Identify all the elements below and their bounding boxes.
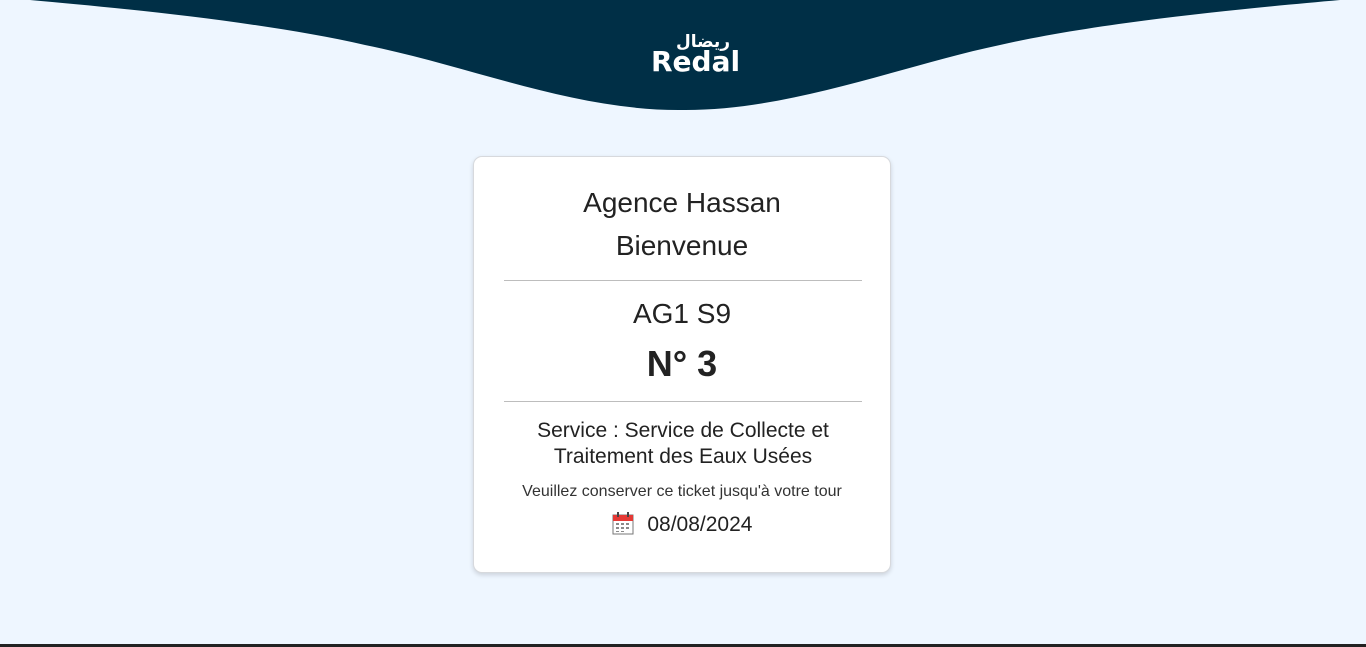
ticket-date-row: 08/08/2024 xyxy=(474,511,890,539)
calendar-icon xyxy=(612,511,634,535)
ticket-number: N° 3 xyxy=(646,343,718,384)
brand-logo: ريضال Redal xyxy=(640,30,760,80)
ticket-divider-top xyxy=(504,280,862,281)
service-description: Service : Service de Collecte et Traitem… xyxy=(537,419,829,468)
ticket-page: ريضال Redal Agence Hassan Bienvenue AG1 … xyxy=(0,0,1366,647)
brand-name-latin: Redal xyxy=(651,45,741,78)
ticket-instruction: Veuillez conserver ce ticket jusqu'à vot… xyxy=(522,483,842,500)
ticket-date: 08/08/2024 xyxy=(647,513,753,537)
ticket-card: Agence Hassan Bienvenue AG1 S9 N° 3 Serv… xyxy=(473,156,891,573)
ticket-code: AG1 S9 xyxy=(632,298,732,329)
agency-name: Agence Hassan xyxy=(583,187,781,218)
ticket-divider-bottom xyxy=(504,401,862,402)
welcome-message: Bienvenue xyxy=(615,230,749,261)
